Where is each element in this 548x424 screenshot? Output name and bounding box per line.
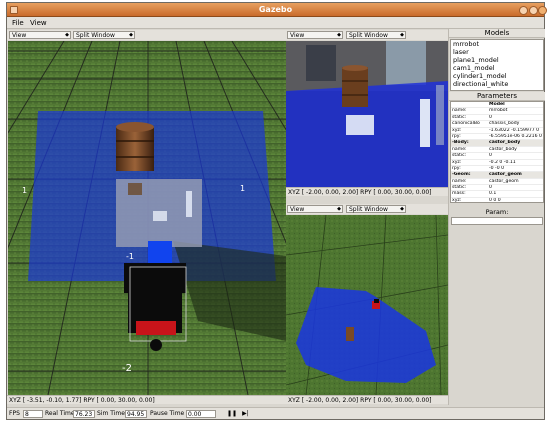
chevron-down-icon: ◆: [65, 32, 69, 38]
fps-field: 8: [23, 410, 43, 418]
main-view-status: XYZ [ -3.51, -0.10, 1.77] RPY [ 0.00, 30…: [7, 395, 286, 404]
barrel: [116, 127, 154, 171]
bottom-right-view-status: XYZ [ -2.00, 0.00, 2.00] RPY [ 0.00, 30.…: [286, 395, 448, 404]
robot-base: [136, 321, 176, 335]
models-list[interactable]: mrrobot laser plane1_model cam1_model cy…: [450, 39, 544, 91]
models-header: Models: [449, 29, 545, 38]
top-right-view-status: XYZ [ -2.00, 0.00, 2.00] RPY [ 0.00, 30.…: [286, 187, 448, 196]
grid-label-minus-1: -1: [126, 252, 134, 261]
parameters-header: Parameters: [449, 92, 545, 101]
real-time-label: Real Time: [45, 410, 75, 417]
menu-file[interactable]: File: [12, 19, 24, 27]
pause-button[interactable]: ❚❚: [227, 410, 237, 418]
parameter-value: 0 0 0: [489, 197, 501, 203]
chevron-down-icon: ◆: [337, 206, 341, 212]
side-panel: Models mrrobot laser plane1_model cam1_m…: [448, 29, 545, 405]
split-select-label: Split Window: [76, 32, 115, 39]
chevron-down-icon: ◆: [337, 32, 341, 38]
top-right-view-toolbar: View ◆ Split Window ◆: [286, 30, 448, 40]
bottom-right-scene: [286, 215, 448, 395]
cylinder-object: [420, 99, 430, 147]
bottom-right-view-select[interactable]: View ◆: [287, 205, 343, 213]
barrel-top: [116, 122, 154, 132]
menu-bar: File View: [7, 17, 544, 29]
gazebo-window: Gazebo File View View ◆ Split Window ◆ 1…: [6, 2, 547, 420]
parameter-row[interactable]: xyz: 0 0 0: [451, 197, 543, 203]
pause-time-field: 0.00: [186, 410, 216, 418]
castor-wheel: [150, 339, 162, 351]
bottom-right-3d-viewport[interactable]: [286, 215, 448, 395]
param-input[interactable]: [451, 217, 543, 225]
chevron-down-icon: ◆: [400, 32, 404, 38]
split-select-label: Split Window: [349, 206, 388, 213]
model-item[interactable]: laser: [451, 48, 543, 56]
chevron-down-icon: ◆: [129, 32, 133, 38]
menu-view[interactable]: View: [30, 19, 47, 27]
barrel: [346, 327, 354, 341]
parameters-table[interactable]: Model name: mrrobot static: 0 canonicalBo chas…: [450, 101, 544, 203]
maximize-icon[interactable]: [529, 6, 538, 15]
window-title: Gazebo: [258, 5, 293, 14]
robot-laser-sensor: [148, 241, 172, 263]
top-right-scene: [286, 41, 448, 187]
sim-time-label: Sim Time: [97, 410, 125, 417]
robot-upper-body: [124, 263, 186, 293]
pause-time-label: Pause Time: [150, 410, 185, 417]
bottom-right-split-window-select[interactable]: Split Window ◆: [346, 205, 406, 213]
bottom-status-bar: FPS 8 Real Time 76.23 Sim Time 94.95 Pau…: [7, 407, 544, 419]
main-scene: 1 1 -1 -2: [8, 41, 286, 395]
bottom-right-view-toolbar: View ◆ Split Window ◆: [286, 204, 448, 214]
grid-label-left-1: 1: [22, 186, 27, 195]
top-right-3d-viewport[interactable]: [286, 41, 448, 187]
model-item[interactable]: directional_white: [451, 80, 543, 88]
main-view-toolbar: View ◆ Split Window ◆: [7, 30, 286, 40]
model-item[interactable]: cam1_model: [451, 64, 543, 72]
model-item[interactable]: cylinder1_model: [451, 72, 543, 80]
view-select-label: View: [290, 206, 305, 213]
main-3d-viewport[interactable]: 1 1 -1 -2: [8, 41, 286, 395]
grid-label-minus-2: -2: [122, 363, 132, 374]
top-right-split-window-select[interactable]: Split Window ◆: [346, 31, 406, 39]
title-bar[interactable]: Gazebo: [7, 3, 547, 17]
real-time-field: 76.23: [73, 410, 95, 418]
barrel: [342, 67, 368, 107]
param-label: Param:: [485, 208, 509, 216]
fps-label: FPS: [9, 410, 20, 417]
view-select-label: View: [12, 32, 27, 39]
step-button[interactable]: ▶|: [241, 410, 250, 418]
top-right-view-select[interactable]: View ◆: [287, 31, 343, 39]
grid-label-right-1: 1: [240, 184, 245, 193]
main-view-select[interactable]: View ◆: [9, 31, 71, 39]
main-split-window-select[interactable]: Split Window ◆: [73, 31, 135, 39]
model-item[interactable]: mrrobot: [451, 40, 543, 48]
view-select-label: View: [290, 32, 305, 39]
close-icon[interactable]: [538, 6, 547, 15]
minimize-icon[interactable]: [519, 6, 528, 15]
box-object: [346, 115, 374, 135]
chevron-down-icon: ◆: [400, 206, 404, 212]
split-select-label: Split Window: [349, 32, 388, 39]
parameter-key: xyz:: [452, 197, 462, 203]
model-item[interactable]: plane1_model: [451, 56, 543, 64]
sim-time-field: 94.95: [125, 410, 147, 418]
